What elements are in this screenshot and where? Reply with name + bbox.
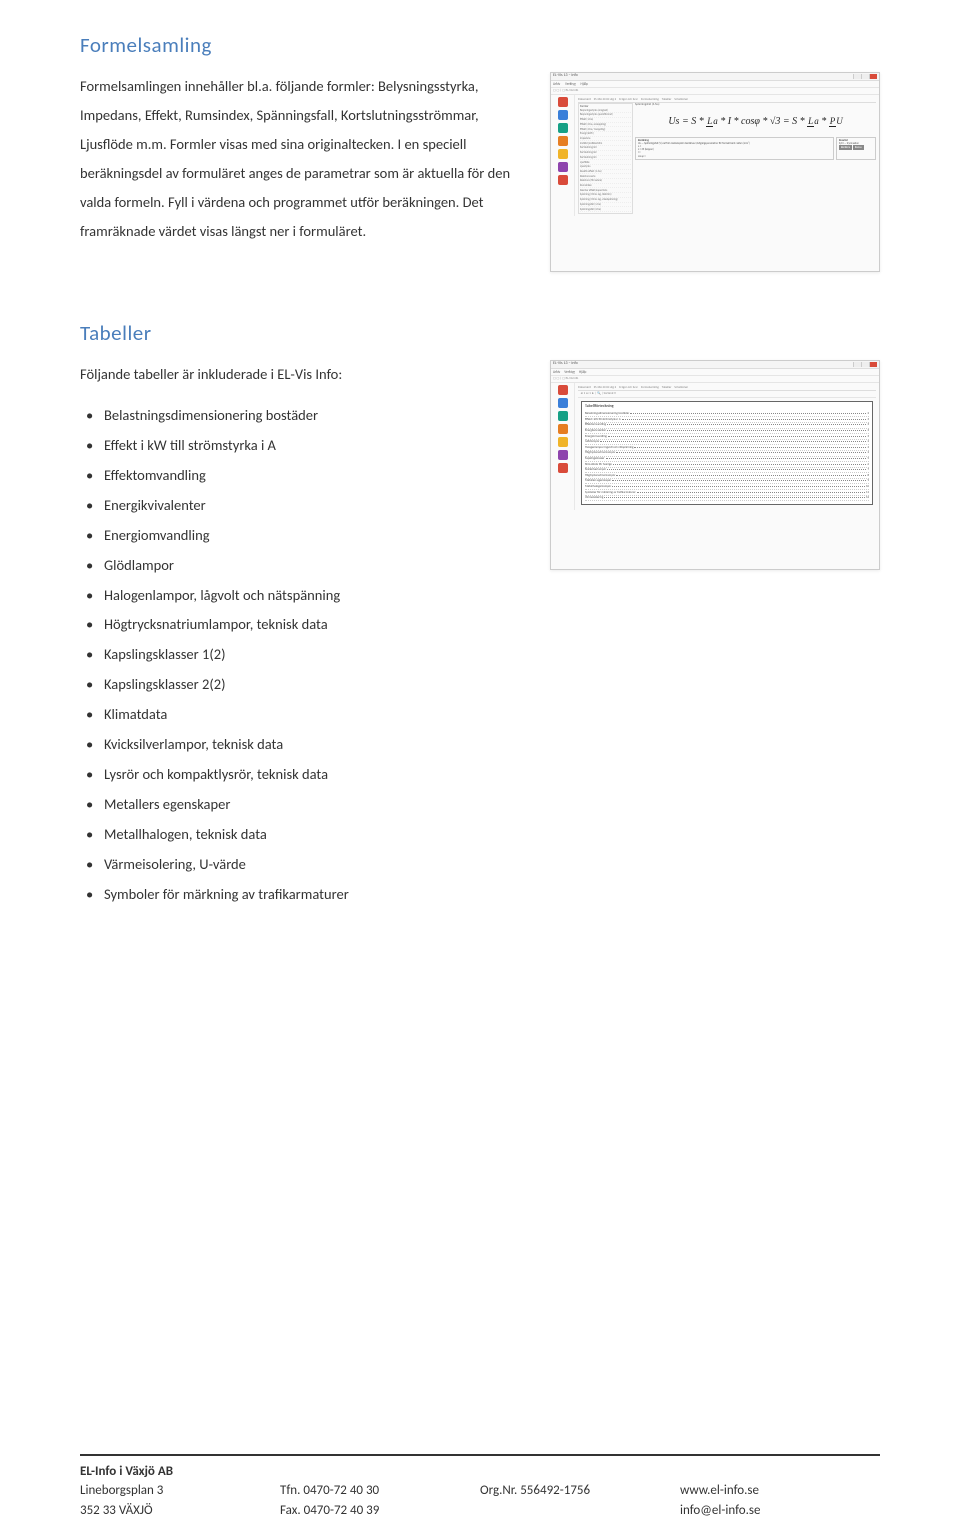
tabeller-list: Belastningsdimensionering bostäder Effek…	[80, 401, 526, 910]
page-footer: EL-Info i Växjö AB Lineborgsplan 3 352 3…	[80, 1456, 880, 1521]
sidebar-icon	[558, 398, 568, 408]
formelsamling-text: Formelsamlingen innehåller bl.a. följand…	[80, 72, 526, 246]
heading-formelsamling: Formelsamling	[80, 32, 880, 58]
sidebar-icon	[558, 123, 568, 133]
heading-tabeller: Tabeller	[80, 320, 880, 346]
section-tabeller: Tabeller Följande tabeller är inkluderad…	[80, 320, 880, 910]
list-item: Lysrör och kompaktlysrör, teknisk data	[104, 760, 526, 790]
list-item: Metallhalogen, teknisk data	[104, 820, 526, 850]
formula-list: Formler Belysningsstyrka (omgivet)Belysn…	[578, 103, 633, 214]
max-icon	[861, 74, 869, 79]
sidebar-icon	[558, 97, 568, 107]
app-tabs: DokumentSS 436 40 00 utg 2Frågor och Sva…	[578, 385, 876, 392]
app-tabs: DokumentSS 436 40 00 utg 2Frågor och Sva…	[578, 97, 876, 104]
formula-title: Spänningsfall (3-fas)	[635, 103, 876, 107]
window-title: EL-Vis 13 – Info	[553, 74, 578, 79]
sidebar-icon	[558, 136, 568, 146]
list-item: Energikvivalenter	[104, 491, 526, 521]
max-icon	[861, 362, 869, 367]
list-item: Kapslingsklasser 2(2)	[104, 670, 526, 700]
min-icon	[853, 362, 861, 367]
sidebar-icon	[558, 463, 568, 473]
footer-email: info@el-info.se	[680, 1503, 760, 1518]
section-formelsamling: Formelsamling Formelsamlingen innehåller…	[80, 32, 880, 272]
footer-fax: 0470-72 40 39	[304, 1503, 380, 1518]
toolbar: ▢ ▢ | ▢ EL-Vis Info	[551, 88, 879, 95]
list-item: Effekt i kW till strömstyrka i A	[104, 431, 526, 461]
menubar: Arkiv Verktyg Hjälp	[551, 81, 879, 88]
sidebar-icon	[558, 450, 568, 460]
table-contents-box: Tabellförteckning Belastningsdimensioner…	[581, 401, 873, 505]
sidebar-icon	[558, 385, 568, 395]
footer-addr1: Lineborgsplan 3	[80, 1483, 163, 1498]
screenshot-tabeller: EL-Vis 13 – Info ArkivVerktygHjälp ▢ ▢ |…	[550, 360, 880, 570]
calc-box: Beräkning Us — Spänningsfall (V) varifrå…	[635, 137, 834, 160]
footer-company: EL-Info i Växjö AB	[80, 1464, 173, 1479]
app-sidebar	[551, 95, 575, 216]
list-item: Klimatdata	[104, 700, 526, 730]
close-icon	[869, 74, 877, 79]
footer-phone: 0470-72 40 30	[303, 1483, 379, 1498]
sidebar-icon	[558, 411, 568, 421]
result-box: Resultat Fyll i … tryck sedan Beräkna Re…	[836, 137, 876, 160]
list-item: Belastningsdimensionering bostäder	[104, 401, 526, 431]
calc-button: Beräkna	[839, 145, 852, 149]
sidebar-icon	[558, 162, 568, 172]
menubar: ArkivVerktygHjälp	[551, 369, 879, 376]
list-item: Kvicksilverlampor, teknisk data	[104, 730, 526, 760]
footer-addr2: 352 33 VÄXJÖ	[80, 1503, 153, 1518]
screenshot-formelsamling: EL-Vis 13 – Info Arkiv Verktyg Hjälp ▢ ▢…	[550, 72, 880, 272]
list-item: Kapslingsklasser 1(2)	[104, 640, 526, 670]
close-icon	[869, 362, 877, 367]
min-icon	[853, 74, 861, 79]
sidebar-icon	[558, 175, 568, 185]
clear-button: Rensa	[853, 145, 864, 149]
formula-display: Us = S * La * I * cosφ * √3 = S * La * P…	[635, 108, 876, 136]
footer-web: www.el-info.se	[680, 1483, 759, 1498]
list-item: Energiomvandling	[104, 521, 526, 551]
sidebar-icon	[558, 110, 568, 120]
list-item: Högtrycksnatriumlampor, teknisk data	[104, 610, 526, 640]
app-sidebar	[551, 383, 575, 510]
sidebar-icon	[558, 437, 568, 447]
list-item: Halogenlampor, lågvolt och nätspänning	[104, 581, 526, 611]
list-item: Värmeisolering, U-värde	[104, 850, 526, 880]
list-item: Symboler för märkning av trafikarmaturer	[104, 880, 526, 910]
sidebar-icon	[558, 149, 568, 159]
sidebar-icon	[558, 424, 568, 434]
toolbar: ▢ ▢ | ▢ EL-Vis Info	[551, 376, 879, 383]
list-item: Metallers egenskaper	[104, 790, 526, 820]
table-title: Tabellförteckning	[585, 405, 869, 410]
tabeller-intro: Följande tabeller är inkluderade i EL-Vi…	[80, 360, 526, 389]
list-item: Effektomvandling	[104, 461, 526, 491]
footer-orgnr: 556492-1756	[520, 1483, 590, 1498]
list-item: Glödlampor	[104, 551, 526, 581]
window-title: EL-Vis 13 – Info	[553, 362, 578, 367]
